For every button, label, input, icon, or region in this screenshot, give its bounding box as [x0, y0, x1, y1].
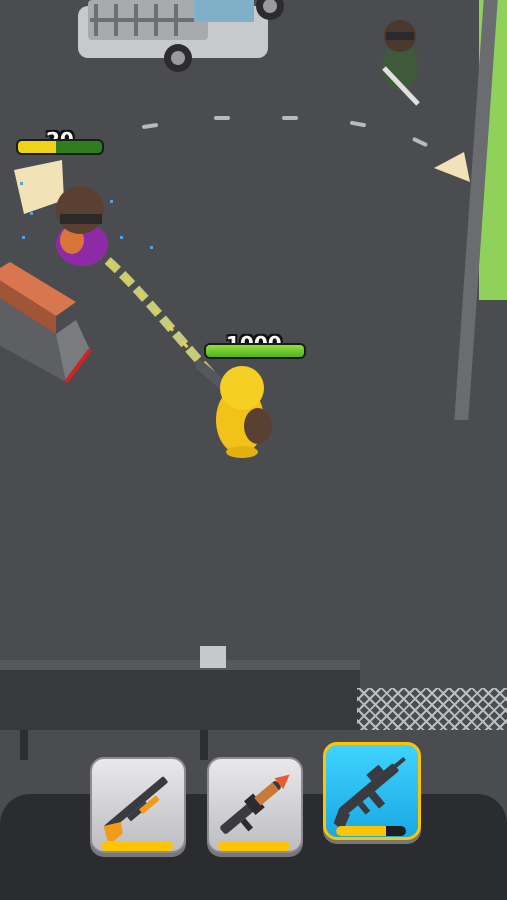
- enemy-health-fill: [18, 141, 56, 153]
- charge-fill: [218, 841, 290, 851]
- rocket-launcher-charge-bar: [218, 841, 290, 851]
- rocket-launcher-icon: [220, 774, 290, 834]
- enemy-health-bar: [16, 139, 104, 155]
- game-scene[interactable]: 20 1000: [0, 0, 507, 900]
- assault-rifle-icon: [333, 756, 406, 832]
- charge-fill: [336, 826, 387, 836]
- weapon-slot-rocket-launcher[interactable]: [207, 757, 303, 853]
- player-character[interactable]: [196, 356, 286, 460]
- assault-rifle-charge-bar: [336, 826, 406, 836]
- shotgun-icon: [103, 776, 168, 846]
- weapon-slot-shotgun[interactable]: [90, 757, 186, 853]
- shotgun-charge-bar: [101, 841, 173, 851]
- player-health-fill: [206, 345, 304, 357]
- player-health-bar: [204, 343, 306, 359]
- enemy-bandit[interactable]: [46, 182, 118, 272]
- road-markings: [14, 116, 470, 382]
- chain-link-fence: [357, 688, 507, 730]
- enemy-soldier[interactable]: [370, 10, 430, 110]
- charge-fill: [101, 841, 173, 851]
